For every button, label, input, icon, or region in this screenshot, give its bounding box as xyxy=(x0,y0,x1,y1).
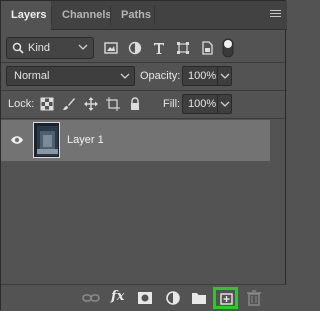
layer-name: Layer 1 xyxy=(67,134,104,146)
opacity-field[interactable]: 100% xyxy=(182,66,232,86)
eye-icon[interactable] xyxy=(10,135,24,145)
search-icon xyxy=(12,42,24,54)
fill-value: 100% xyxy=(188,98,217,110)
lock-label: Lock: xyxy=(8,98,35,110)
link-layers-icon[interactable] xyxy=(82,290,100,306)
layer-thumbnail[interactable] xyxy=(33,122,60,158)
type-filter-icon[interactable] xyxy=(152,41,166,55)
tab-divider xyxy=(154,6,155,25)
image-filter-icon[interactable] xyxy=(104,41,118,55)
add-mask-icon[interactable] xyxy=(136,290,154,306)
lock-all-icon[interactable] xyxy=(128,97,142,111)
new-layer-button[interactable] xyxy=(213,287,238,309)
new-layer-icon xyxy=(220,293,233,305)
fill-field[interactable]: 100% xyxy=(182,94,232,114)
delete-layer-icon[interactable] xyxy=(245,290,263,306)
fx-icon[interactable]: fx xyxy=(111,289,129,305)
adjustment-layer-icon[interactable] xyxy=(164,290,182,306)
blend-mode-select[interactable]: Normal xyxy=(6,66,135,86)
layer-thumbnail-image xyxy=(34,123,59,157)
divider xyxy=(1,118,287,119)
fill-label: Fill: xyxy=(163,98,181,110)
lock-image-pixels-icon[interactable] xyxy=(62,97,76,111)
smart-object-filter-icon[interactable] xyxy=(200,41,214,55)
filter-kind-select[interactable]: Kind xyxy=(6,37,94,59)
opacity-value: 100% xyxy=(188,70,217,82)
chevron-down-icon xyxy=(78,44,88,50)
lock-artboard-icon[interactable] xyxy=(106,97,120,111)
opacity-dropdown-button[interactable] xyxy=(217,67,231,85)
tab-layers[interactable]: Layers xyxy=(1,1,51,31)
fill-dropdown-button[interactable] xyxy=(217,95,231,113)
adjustment-filter-icon[interactable] xyxy=(128,41,142,55)
opacity-label: Opacity: xyxy=(140,70,181,82)
layer-row[interactable]: Layer 1 xyxy=(1,120,271,161)
chevron-down-icon xyxy=(220,73,230,79)
blend-mode-value: Normal xyxy=(14,70,50,82)
new-group-icon[interactable] xyxy=(190,290,208,306)
divider xyxy=(1,62,287,63)
lock-transparent-pixels-icon[interactable] xyxy=(40,97,54,111)
layers-scrollbar[interactable] xyxy=(270,120,284,284)
panel-footer: fx xyxy=(1,284,287,311)
filter-kind-label: Kind xyxy=(28,42,51,54)
shape-filter-icon[interactable] xyxy=(176,41,190,55)
layers-panel: Layers Channels Paths Kind Normal Opacit… xyxy=(0,0,287,311)
divider xyxy=(1,90,287,91)
chevron-down-icon xyxy=(120,73,130,79)
chevron-down-icon xyxy=(220,101,230,107)
panel-menu-icon[interactable] xyxy=(270,10,281,21)
filter-toggle-icon[interactable] xyxy=(222,38,234,58)
lock-position-icon[interactable] xyxy=(84,97,98,111)
panel-tab-bar: Layers Channels Paths xyxy=(1,1,287,31)
